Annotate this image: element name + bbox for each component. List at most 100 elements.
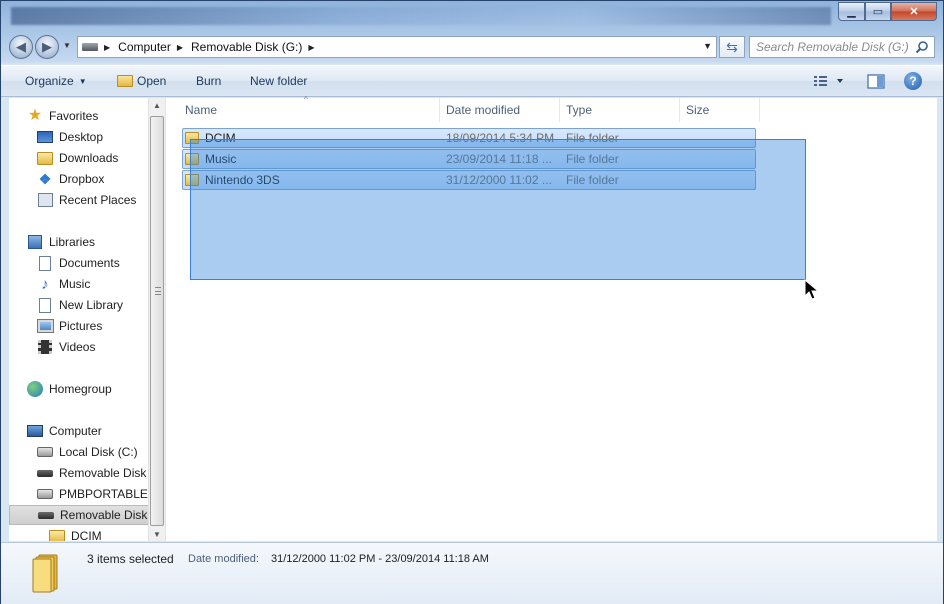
back-arrow-icon: ◀ [16, 39, 26, 54]
file-row-nintendo-3ds[interactable]: Nintendo 3DS 31/12/2000 11:02 ... File f… [182, 170, 756, 190]
address-dropdown-icon[interactable]: ▼ [703, 41, 712, 51]
refresh-icon: ⇆ [726, 38, 738, 55]
file-type: File folder [566, 173, 619, 187]
nav-label: Favorites [49, 109, 99, 123]
breadcrumb-separator-icon[interactable]: ▶ [177, 43, 183, 52]
file-date: 23/09/2014 11:18 ... [446, 152, 552, 166]
view-options-button[interactable] [813, 74, 845, 91]
navigation-scrollbar[interactable]: ▲ ▼ [148, 98, 165, 541]
removable-drive-icon [38, 511, 54, 519]
address-bar[interactable]: ▶ Computer ▶ Removable Disk (G:) ▶ ▼ [77, 36, 717, 58]
search-input[interactable] [750, 37, 910, 57]
nav-dropbox[interactable]: ❖ Dropbox [37, 169, 164, 189]
music-note-icon: ♪ [41, 275, 49, 293]
scroll-down-icon[interactable]: ▼ [153, 530, 161, 539]
local-disk-icon [37, 447, 53, 457]
nav-new-library[interactable]: New Library [37, 295, 164, 315]
nav-label: Videos [59, 340, 96, 354]
removable-drive-icon [37, 469, 53, 477]
details-pane: 3 items selected Date modified: 31/12/20… [1, 542, 943, 604]
nav-local-disk[interactable]: Local Disk (C:) [37, 442, 164, 462]
column-date-modified[interactable]: Date modified [440, 98, 560, 122]
refresh-button[interactable]: ⇆ [719, 36, 745, 58]
title-bar[interactable]: ▁ ▭ ✕ [1, 1, 943, 29]
folder-icon [49, 529, 65, 541]
folder-open-icon [117, 75, 133, 87]
pictures-icon [37, 319, 54, 333]
search-icon[interactable] [915, 40, 929, 54]
nav-removable-disk-2[interactable]: Removable Disk ( [9, 505, 149, 525]
recent-places-icon [37, 193, 53, 207]
file-name: Nintendo 3DS [205, 173, 280, 187]
title-bar-blur [11, 7, 831, 25]
computer-icon [27, 425, 43, 437]
breadcrumb-separator-icon[interactable]: ▶ [308, 43, 314, 52]
new-folder-label: New folder [250, 74, 308, 88]
file-date: 31/12/2000 11:02 ... [446, 173, 552, 187]
folder-icon [185, 132, 199, 144]
file-row-music[interactable]: Music 23/09/2014 11:18 ... File folder [182, 149, 756, 169]
breadcrumb-separator-icon[interactable]: ▶ [104, 43, 110, 52]
nav-label: Pictures [59, 319, 103, 333]
forward-button[interactable]: ▶ [35, 35, 59, 59]
libraries-icon [28, 235, 42, 249]
nav-recent-places[interactable]: Recent Places [37, 190, 164, 210]
preview-pane-button[interactable] [867, 74, 885, 92]
open-button[interactable]: Open [117, 74, 166, 88]
help-button[interactable]: ? [904, 72, 922, 90]
minimize-icon: ▁ [847, 6, 856, 18]
forward-arrow-icon: ▶ [42, 39, 52, 54]
nav-pmbportable[interactable]: PMBPORTABLE ( [37, 484, 149, 504]
nav-dcim[interactable]: DCIM [49, 526, 164, 541]
nav-music[interactable]: ♪ Music [37, 274, 164, 294]
nav-homegroup[interactable]: Homegroup [27, 379, 164, 399]
maximize-button[interactable]: ▭ [865, 2, 891, 21]
nav-label: PMBPORTABLE ( [59, 487, 149, 501]
burn-button[interactable]: Burn [196, 74, 221, 88]
grip-icon [155, 287, 161, 295]
nav-desktop[interactable]: Desktop [37, 127, 164, 147]
recent-pages-dropdown[interactable]: ▼ [63, 41, 71, 50]
downloads-folder-icon [37, 151, 53, 165]
breadcrumb-computer[interactable]: Computer [118, 40, 171, 54]
burn-label: Burn [196, 74, 222, 88]
close-button[interactable]: ✕ [891, 2, 937, 21]
multiple-folders-icon [32, 554, 58, 593]
videos-icon [38, 340, 52, 354]
organize-button[interactable]: Organize ▼ [25, 74, 87, 88]
breadcrumb-removable-disk[interactable]: Removable Disk (G:) [191, 40, 302, 54]
window-controls: ▁ ▭ ✕ [838, 2, 937, 21]
nav-videos[interactable]: Videos [37, 337, 164, 357]
nav-label: Removable Disk ( [59, 466, 149, 480]
file-list[interactable]: ^ Name Date modified Type Size DCIM 18/0… [166, 95, 937, 541]
nav-label: Homegroup [49, 382, 112, 396]
desktop-icon [37, 131, 53, 143]
back-button[interactable]: ◀ [9, 35, 33, 59]
column-name[interactable]: Name [179, 98, 440, 122]
nav-computer[interactable]: Computer [27, 421, 164, 441]
nav-pictures[interactable]: Pictures [37, 316, 164, 336]
file-row-dcim[interactable]: DCIM 18/09/2014 5:34 PM File folder [182, 128, 756, 148]
scroll-up-icon[interactable]: ▲ [153, 101, 161, 110]
file-date: 18/09/2014 5:34 PM [446, 131, 555, 145]
column-size[interactable]: Size [680, 98, 760, 122]
nav-label: Downloads [59, 151, 119, 165]
nav-documents[interactable]: Documents [37, 253, 164, 273]
maximize-icon: ▭ [872, 6, 884, 18]
preview-pane-icon [867, 74, 885, 89]
nav-label: Computer [49, 424, 102, 438]
nav-favorites[interactable]: ★ Favorites [27, 106, 164, 126]
file-name: DCIM [205, 131, 236, 145]
nav-removable-disk-1[interactable]: Removable Disk ( [37, 463, 149, 483]
column-type[interactable]: Type [560, 98, 680, 122]
nav-libraries[interactable]: Libraries [27, 232, 164, 252]
scrollbar-thumb[interactable] [150, 116, 164, 526]
minimize-button[interactable]: ▁ [838, 2, 865, 21]
nav-label: Music [59, 277, 91, 291]
date-modified-label: Date modified: [188, 553, 259, 565]
nav-downloads[interactable]: Downloads [37, 148, 164, 168]
search-box[interactable] [749, 36, 935, 58]
new-folder-button[interactable]: New folder [250, 74, 307, 88]
help-icon: ? [904, 72, 922, 90]
homegroup-icon [27, 381, 43, 397]
